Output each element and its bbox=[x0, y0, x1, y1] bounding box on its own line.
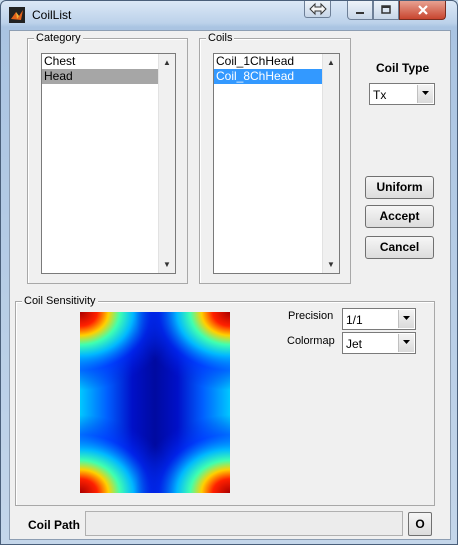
coil-path-label: Coil Path bbox=[28, 518, 81, 532]
coil-type-value: Tx bbox=[373, 88, 387, 102]
precision-value: 1/1 bbox=[346, 313, 363, 327]
chevron-down-icon bbox=[422, 91, 429, 95]
coil-type-dropdown-button[interactable] bbox=[417, 85, 433, 103]
coil-type-select[interactable]: Tx bbox=[369, 83, 435, 105]
colormap-select[interactable]: Jet bbox=[342, 332, 416, 354]
coil-item-1chhead[interactable]: Coil_1ChHead bbox=[214, 54, 339, 69]
title-bar[interactable]: CoilList bbox=[1, 1, 457, 29]
colormap-dropdown-button[interactable] bbox=[398, 334, 414, 352]
matlab-icon bbox=[9, 7, 25, 23]
double-arrow-icon bbox=[308, 2, 327, 16]
category-group-label: Category bbox=[34, 32, 83, 44]
colormap-label: Colormap bbox=[287, 335, 335, 347]
category-scrollbar[interactable]: ▲ ▼ bbox=[158, 54, 175, 273]
scroll-up-arrow-icon[interactable]: ▲ bbox=[327, 59, 335, 67]
coils-scrollbar[interactable]: ▲ ▼ bbox=[322, 54, 339, 273]
chevron-down-icon bbox=[403, 340, 410, 344]
precision-dropdown-button[interactable] bbox=[398, 310, 414, 328]
coils-group: Coils Coil_1ChHead Coil_8ChHead ▲ ▼ bbox=[199, 32, 351, 284]
maximize-button[interactable] bbox=[373, 1, 399, 20]
precision-select[interactable]: 1/1 bbox=[342, 308, 416, 330]
coils-group-label: Coils bbox=[206, 32, 235, 44]
category-listbox[interactable]: Chest Head ▲ ▼ bbox=[41, 53, 176, 274]
maximize-icon bbox=[381, 5, 391, 14]
uniform-button[interactable]: Uniform bbox=[365, 176, 434, 199]
restore-arrows-button[interactable] bbox=[304, 1, 331, 18]
minimize-button[interactable] bbox=[347, 1, 373, 20]
minimize-icon bbox=[356, 12, 364, 14]
category-group: Category Chest Head ▲ ▼ bbox=[27, 32, 188, 284]
coil-path-field[interactable] bbox=[85, 511, 403, 536]
coil-item-8chhead[interactable]: Coil_8ChHead bbox=[214, 69, 323, 84]
scroll-down-arrow-icon[interactable]: ▼ bbox=[163, 261, 171, 269]
client-area: Category Chest Head ▲ ▼ Coils Coil_1ChHe… bbox=[9, 30, 451, 540]
colormap-value: Jet bbox=[346, 337, 363, 351]
open-button[interactable]: O bbox=[408, 512, 432, 536]
coil-type-label: Coil Type bbox=[376, 61, 430, 75]
main-window: CoilList Category Chest Head ▲ ▼ Coils C… bbox=[0, 0, 458, 545]
sensitivity-map-image bbox=[80, 312, 230, 493]
category-item-head[interactable]: Head bbox=[42, 69, 159, 84]
cancel-button[interactable]: Cancel bbox=[365, 236, 434, 259]
chevron-down-icon bbox=[403, 316, 410, 320]
coils-listbox[interactable]: Coil_1ChHead Coil_8ChHead ▲ ▼ bbox=[213, 53, 340, 274]
accept-button[interactable]: Accept bbox=[365, 205, 434, 228]
coil-sensitivity-group: Coil Sensitivity Precision 1/1 Colormap … bbox=[15, 295, 435, 506]
coil-sensitivity-label: Coil Sensitivity bbox=[22, 295, 98, 307]
close-icon bbox=[417, 5, 428, 15]
category-item-chest[interactable]: Chest bbox=[42, 54, 175, 69]
window-title: CoilList bbox=[32, 8, 72, 22]
close-button[interactable] bbox=[399, 1, 446, 20]
scroll-up-arrow-icon[interactable]: ▲ bbox=[163, 59, 171, 67]
precision-label: Precision bbox=[288, 310, 334, 322]
scroll-down-arrow-icon[interactable]: ▼ bbox=[327, 261, 335, 269]
